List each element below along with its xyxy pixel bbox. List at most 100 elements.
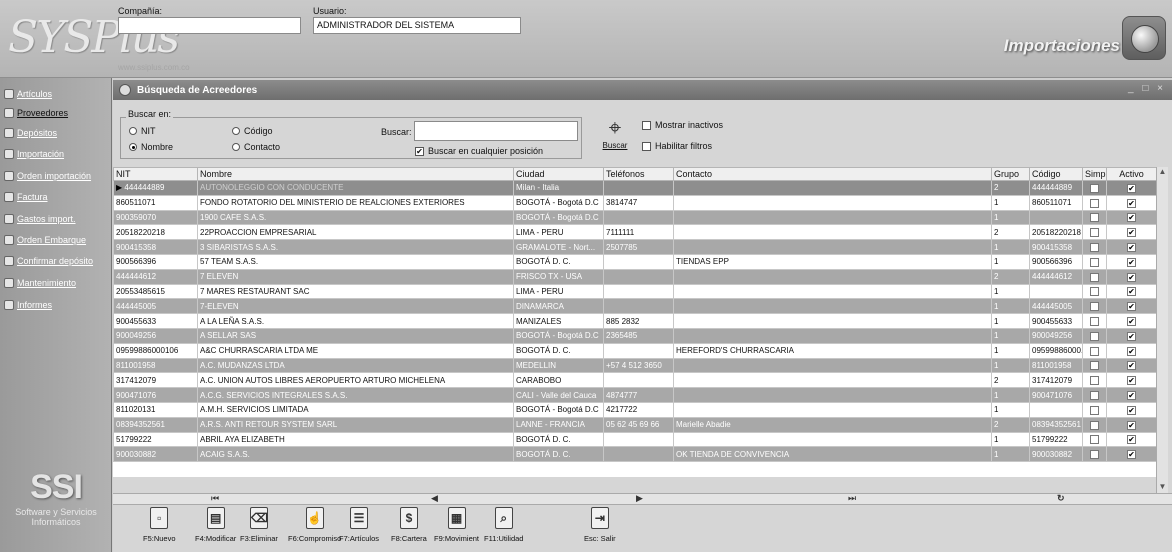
- cell-simpl[interactable]: [1082, 239, 1107, 255]
- cell-codigo[interactable]: 900566396: [1029, 253, 1083, 270]
- sidebar-item-2[interactable]: Depósitos: [4, 124, 57, 142]
- cell-contacto[interactable]: [673, 327, 992, 344]
- toolbar-button-1[interactable]: ▤ F4:Modificar: [195, 507, 236, 543]
- enable-filters-check[interactable]: [642, 141, 651, 151]
- cell-simpl[interactable]: [1082, 416, 1107, 433]
- sidebar-item-7[interactable]: Orden Embarque: [4, 231, 86, 249]
- cell-nit[interactable]: 900359070: [113, 209, 198, 226]
- cell-nombre[interactable]: 22PROACCION EMPRESARIAL: [197, 224, 514, 241]
- sidebar-item-10[interactable]: Informes: [4, 296, 52, 314]
- simpl-checkbox[interactable]: [1090, 390, 1099, 400]
- table-row[interactable]: 900030882 ACAIG S.A.S. BOGOTÁ D. C. OK TIEN…: [113, 446, 1157, 463]
- cell-grupo[interactable]: 1: [991, 431, 1030, 448]
- cell-grupo[interactable]: 1: [991, 401, 1030, 418]
- simpl-checkbox[interactable]: [1090, 405, 1099, 415]
- simpl-checkbox[interactable]: [1090, 420, 1099, 430]
- simpl-checkbox[interactable]: [1090, 257, 1099, 267]
- cell-simpl[interactable]: [1082, 298, 1107, 315]
- cell-ciudad[interactable]: BOGOTÁ D. C.: [513, 253, 604, 270]
- cell-ciudad[interactable]: FRISCO TX - USA: [513, 268, 604, 285]
- simpl-checkbox[interactable]: [1090, 376, 1099, 386]
- cell-nit[interactable]: 900455633: [113, 313, 198, 329]
- cell-simpl[interactable]: [1082, 431, 1107, 448]
- cell-ciudad[interactable]: BOGOTÁ - Bogotá D.C: [513, 401, 604, 418]
- cell-nombre[interactable]: A.M.H. SERVICIOS LIMITADA: [197, 401, 514, 418]
- cell-nombre[interactable]: ACAIG S.A.S.: [197, 446, 514, 463]
- cell-nit[interactable]: 444445005: [113, 298, 198, 315]
- simpl-checkbox[interactable]: [1090, 435, 1099, 445]
- cell-simpl[interactable]: [1082, 446, 1107, 463]
- cell-contacto[interactable]: [673, 180, 992, 196]
- cell-nit[interactable]: 20553485615: [113, 283, 198, 300]
- simpl-checkbox[interactable]: [1090, 198, 1099, 208]
- cell-grupo[interactable]: 1: [991, 283, 1030, 300]
- radio-nit-circle[interactable]: [129, 127, 137, 135]
- cell-tel[interactable]: [603, 180, 674, 196]
- simpl-checkbox[interactable]: [1090, 213, 1099, 223]
- cell-activo[interactable]: ✔: [1106, 446, 1157, 463]
- cell-tel[interactable]: 7111111: [603, 224, 674, 241]
- cell-simpl[interactable]: [1082, 387, 1107, 403]
- cell-codigo[interactable]: [1029, 283, 1083, 300]
- cell-activo[interactable]: ✔: [1106, 416, 1157, 433]
- cell-tel[interactable]: 4217722: [603, 401, 674, 418]
- enable-filters-checkbox[interactable]: Habilitar filtros: [642, 141, 712, 151]
- cell-activo[interactable]: ✔: [1106, 239, 1157, 255]
- cell-codigo[interactable]: 860511071: [1029, 194, 1083, 211]
- cell-tel[interactable]: [603, 268, 674, 285]
- cell-nombre[interactable]: A.C. UNION AUTOS LIBRES AEROPUERTO ARTUR…: [197, 372, 514, 389]
- cell-nombre[interactable]: 7-ELEVEN: [197, 298, 514, 315]
- cell-codigo[interactable]: [1029, 209, 1083, 226]
- sidebar-item-5[interactable]: Factura: [4, 188, 48, 206]
- cell-ciudad[interactable]: MEDELLIN: [513, 357, 604, 374]
- cell-simpl[interactable]: [1082, 224, 1107, 241]
- cell-contacto[interactable]: [673, 268, 992, 285]
- simpl-checkbox[interactable]: [1090, 272, 1099, 282]
- radio-contacto-circle[interactable]: [232, 143, 240, 151]
- activo-checkbox[interactable]: ✔: [1127, 242, 1136, 252]
- cell-nit[interactable]: 811020131: [113, 401, 198, 418]
- table-row[interactable]: 900359070 1900 CAFE S.A.S. BOGOTÁ - Bogotá…: [113, 209, 1157, 226]
- col-simpl[interactable]: Simpl.: [1082, 167, 1107, 181]
- cell-contacto[interactable]: Marielle Abadie: [673, 416, 992, 433]
- col-telefonos[interactable]: Teléfonos: [603, 167, 674, 181]
- toolbar-button-0[interactable]: ▫ F5:Nuevo: [143, 507, 176, 543]
- cell-tel[interactable]: 3814747: [603, 194, 674, 211]
- cell-nit[interactable]: 900415358: [113, 239, 198, 255]
- toolbar-button-6[interactable]: ▦ F9:Movimient: [434, 507, 479, 543]
- cell-simpl[interactable]: [1082, 342, 1107, 359]
- simpl-checkbox[interactable]: [1090, 316, 1099, 326]
- cell-tel[interactable]: [603, 372, 674, 389]
- activo-checkbox[interactable]: ✔: [1127, 420, 1136, 430]
- cell-grupo[interactable]: 1: [991, 446, 1030, 463]
- table-row[interactable]: 09599886000106 A&C CHURRASCARIA LTDA ME BO…: [113, 342, 1157, 359]
- activo-checkbox[interactable]: ✔: [1127, 272, 1136, 282]
- cell-nombre[interactable]: 3 SIBARISTAS S.A.S.: [197, 239, 514, 255]
- cell-simpl[interactable]: [1082, 313, 1107, 329]
- cell-codigo[interactable]: 444444889: [1029, 180, 1083, 196]
- radio-contacto[interactable]: Contacto: [232, 142, 280, 152]
- activo-checkbox[interactable]: ✔: [1127, 287, 1136, 297]
- window-controls[interactable]: _ □ ×: [1128, 83, 1166, 94]
- scroll-down-icon[interactable]: ▼: [1157, 482, 1168, 491]
- cell-contacto[interactable]: TIENDAS EPP: [673, 253, 992, 270]
- col-codigo[interactable]: Código: [1029, 167, 1083, 181]
- table-row[interactable]: 900455633 A LA LEÑA S.A.S. MANIZALES 885 28…: [113, 313, 1157, 329]
- cell-ciudad[interactable]: BOGOTÁ - Bogotá D.C: [513, 327, 604, 344]
- simpl-checkbox[interactable]: [1090, 287, 1099, 297]
- cell-grupo[interactable]: 2: [991, 224, 1030, 241]
- company-field[interactable]: [118, 17, 301, 34]
- cell-codigo[interactable]: 444444612: [1029, 268, 1083, 285]
- cell-nombre[interactable]: A.C. MUDANZAS LTDA: [197, 357, 514, 374]
- cell-codigo[interactable]: 51799222: [1029, 431, 1083, 448]
- cell-simpl[interactable]: [1082, 194, 1107, 211]
- cell-simpl[interactable]: [1082, 401, 1107, 418]
- cell-grupo[interactable]: 1: [991, 387, 1030, 403]
- simpl-checkbox[interactable]: [1090, 228, 1099, 238]
- cell-activo[interactable]: ✔: [1106, 253, 1157, 270]
- cell-codigo[interactable]: 811001958: [1029, 357, 1083, 374]
- cell-contacto[interactable]: [673, 401, 992, 418]
- table-row[interactable]: 811001958 A.C. MUDANZAS LTDA MEDELLIN +57 4…: [113, 357, 1157, 374]
- cell-grupo[interactable]: 1: [991, 239, 1030, 255]
- table-row[interactable]: 444445005 7-ELEVEN DINAMARCA 1 444445005 ✔: [113, 298, 1157, 315]
